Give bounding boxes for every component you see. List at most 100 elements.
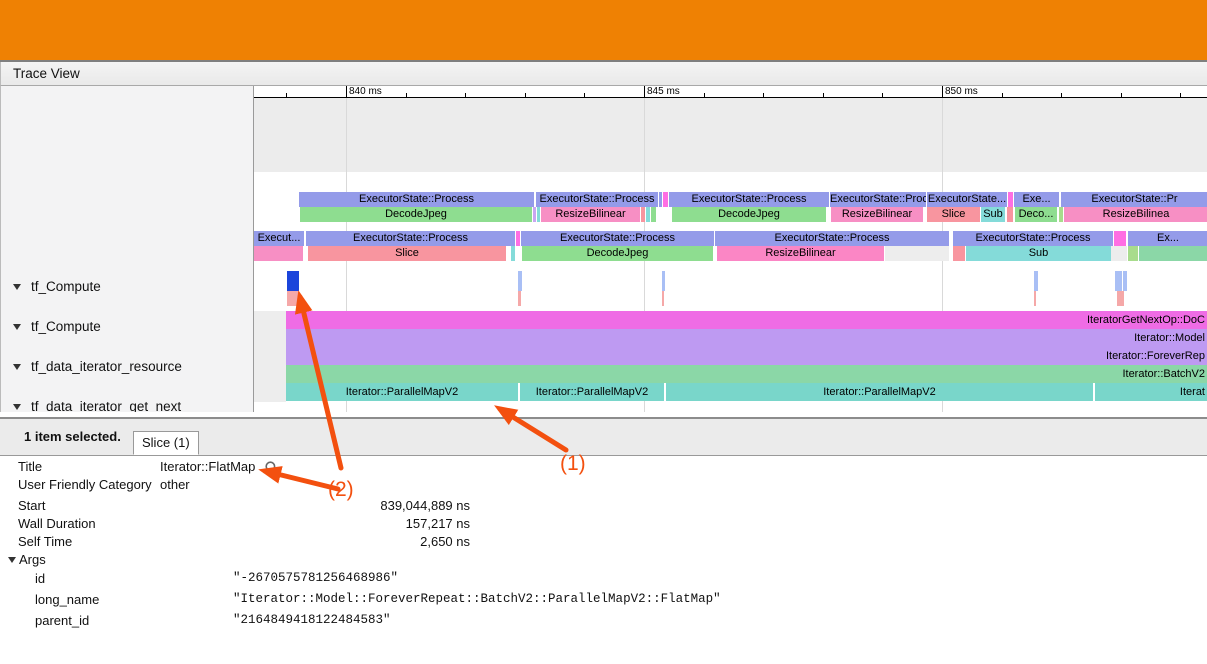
track-label: tf_Compute [31, 319, 101, 334]
trace-slice-unlabeled[interactable] [254, 311, 286, 402]
analysis-tabstrip: 1 item selected. Slice (1) [0, 419, 1207, 456]
trace-slice-unlabeled[interactable] [287, 271, 299, 291]
track-label: tf_Compute [31, 279, 101, 294]
trace-slice[interactable]: ResizeBilinea [1064, 207, 1207, 222]
track-header-tf-compute-1[interactable]: tf_Compute [1, 278, 251, 296]
tab-slice[interactable]: Slice (1) [133, 431, 199, 455]
trace-slice[interactable]: IteratorGetNextOp::DoC [286, 311, 1207, 329]
trace-slice[interactable]: ResizeBilinear [831, 207, 923, 222]
trace-viewer-app: Trace View 840 ms845 ms850 ms ExecutorSt… [0, 0, 1207, 664]
track-label-sidebar: tf_Compute tf_Compute tf_data_iterator_r… [1, 86, 254, 412]
trace-slice-unlabeled[interactable] [1128, 246, 1138, 261]
trace-slice[interactable]: Iterator::ForeverRep [286, 347, 1207, 365]
ruler-minor-tick [763, 93, 764, 97]
trace-slice[interactable]: Iterat [1095, 383, 1207, 401]
track-header-tf-compute-2[interactable]: tf_Compute [1, 318, 251, 336]
timeline-canvas[interactable]: 840 ms845 ms850 ms ExecutorState::Proces… [254, 86, 1207, 412]
trace-slice[interactable]: ExecutorState::Process [521, 231, 714, 246]
trace-slice-unlabeled[interactable] [1123, 271, 1127, 291]
trace-slice[interactable]: ExecutorState::Process [715, 231, 949, 246]
trace-slice-unlabeled[interactable] [516, 231, 520, 246]
trace-slice-unlabeled[interactable] [1139, 246, 1207, 261]
trace-slice[interactable]: ExecutorState... [927, 192, 1007, 207]
collapse-triangle-icon[interactable] [13, 404, 21, 410]
trace-slice-unlabeled[interactable] [518, 271, 522, 291]
trace-slice-unlabeled[interactable] [533, 207, 536, 222]
trace-slice[interactable]: Iterator::BatchV2 [286, 365, 1207, 383]
collapse-triangle-icon[interactable] [13, 284, 21, 290]
timeline-ruler[interactable]: 840 ms845 ms850 ms [254, 86, 1207, 98]
search-icon[interactable] [264, 460, 280, 476]
ruler-minor-tick [1061, 93, 1062, 97]
trace-slice[interactable]: Sub [966, 246, 1111, 261]
collapse-triangle-icon[interactable] [8, 557, 16, 563]
trace-slice[interactable]: Execut... [254, 231, 304, 246]
trace-slice[interactable]: Sub [981, 207, 1005, 222]
trace-slice[interactable]: Iterator::Model [286, 329, 1207, 347]
ruler-tick-label: 850 ms [945, 86, 978, 97]
trace-slice[interactable]: Iterator::ParallelMapV2 [666, 383, 1093, 401]
trace-slice-unlabeled[interactable] [641, 207, 645, 222]
trace-slice-unlabeled[interactable] [1115, 271, 1122, 291]
args-label: Args [19, 552, 46, 567]
trace-slice-unlabeled[interactable] [287, 291, 299, 306]
trace-slice-unlabeled[interactable] [885, 246, 949, 261]
trace-slice-unlabeled[interactable] [1007, 207, 1013, 222]
trace-slice[interactable]: ExecutorState::Process [299, 192, 534, 207]
ruler-minor-tick [1121, 93, 1122, 97]
trace-slice[interactable]: ExecutorState::Process [669, 192, 829, 207]
trace-slice[interactable]: ExecutorState::Process [306, 231, 515, 246]
trace-slice-unlabeled[interactable] [1111, 246, 1127, 261]
ruler-major-tick [942, 86, 943, 97]
ruler-minor-tick [704, 93, 705, 97]
track-label: tf_data_iterator_resource [31, 359, 182, 374]
trace-slice[interactable]: Exe... [1014, 192, 1059, 207]
trace-slice-unlabeled[interactable] [1034, 291, 1036, 306]
collapse-triangle-icon[interactable] [13, 364, 21, 370]
track-header-tf-data-iterator-resource[interactable]: tf_data_iterator_resource [1, 358, 251, 376]
trace-slice[interactable]: ExecutorState::Process [953, 231, 1113, 246]
collapse-triangle-icon[interactable] [13, 324, 21, 330]
trace-slice-unlabeled[interactable] [1117, 291, 1124, 306]
trace-slice-unlabeled[interactable] [254, 246, 303, 261]
trace-slice-unlabeled[interactable] [1059, 207, 1063, 222]
trace-view-header: Trace View [0, 62, 1207, 86]
trace-slice-unlabeled[interactable] [511, 246, 515, 261]
trace-slice-unlabeled[interactable] [1008, 192, 1013, 207]
arg-value: "-2670575781256468986" [233, 571, 398, 585]
trace-slice[interactable]: ExecutorState::Process [536, 192, 658, 207]
field-value: 2,650 ns [160, 534, 470, 549]
trace-slice-unlabeled[interactable] [662, 271, 665, 291]
trace-slice[interactable]: ExecutorState::Process [830, 192, 926, 207]
trace-slice[interactable]: Ex... [1128, 231, 1207, 246]
browser-top-bar [0, 0, 1207, 62]
trace-slice-unlabeled[interactable] [651, 207, 656, 222]
trace-slice-unlabeled[interactable] [659, 192, 662, 207]
ruler-minor-tick [823, 93, 824, 97]
trace-slice-unlabeled[interactable] [1034, 271, 1038, 291]
selection-status: 1 item selected. [24, 429, 121, 444]
arg-key: parent_id [35, 613, 89, 628]
trace-slice[interactable]: ResizeBilinear [717, 246, 884, 261]
trace-slice-unlabeled[interactable] [662, 291, 664, 306]
trace-slice[interactable]: ExecutorState::Pr [1061, 192, 1207, 207]
trace-slice[interactable]: DecodeJpeg [522, 246, 713, 261]
trace-slice-unlabeled[interactable] [663, 192, 668, 207]
trace-slice-unlabeled[interactable] [1114, 231, 1126, 246]
trace-slice[interactable]: Slice [927, 207, 980, 222]
trace-slice[interactable]: Iterator::ParallelMapV2 [286, 383, 518, 401]
ruler-minor-tick [1180, 93, 1181, 97]
trace-slice-unlabeled[interactable] [646, 207, 650, 222]
trace-slice-unlabeled[interactable] [537, 207, 540, 222]
trace-slice[interactable]: Iterator::ParallelMapV2 [520, 383, 664, 401]
page-title: Trace View [13, 66, 80, 81]
timeline-empty-zone [254, 98, 1207, 172]
trace-slice[interactable]: ResizeBilinear [541, 207, 640, 222]
trace-slice[interactable]: DecodeJpeg [672, 207, 826, 222]
trace-slice-unlabeled[interactable] [518, 291, 521, 306]
ruler-minor-tick [584, 93, 585, 97]
trace-slice-unlabeled[interactable] [953, 246, 965, 261]
trace-slice[interactable]: Deco... [1015, 207, 1057, 222]
trace-slice[interactable]: DecodeJpeg [300, 207, 532, 222]
trace-slice[interactable]: Slice [308, 246, 506, 261]
